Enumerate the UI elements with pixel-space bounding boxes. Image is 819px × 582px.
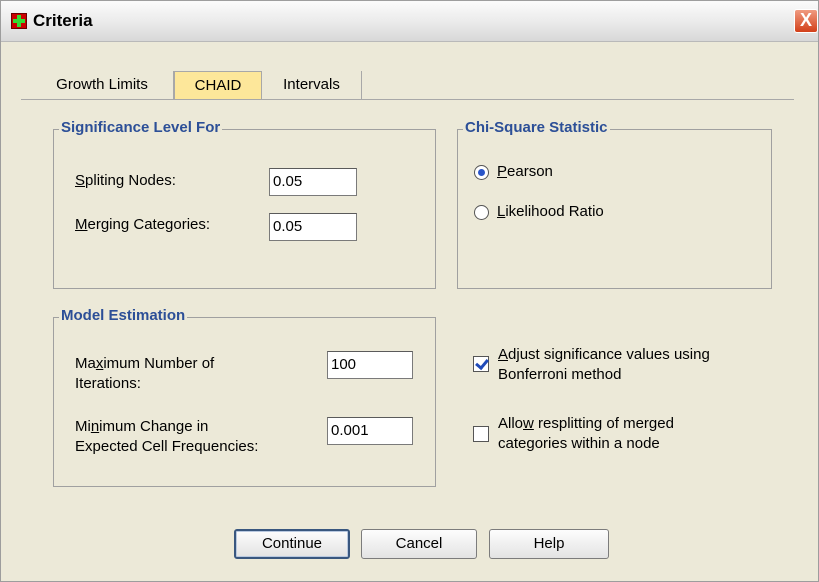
model-estimation-title: Model Estimation — [59, 307, 188, 324]
app-icon — [11, 13, 27, 29]
model-estimation-group — [53, 317, 436, 487]
tab-intervals[interactable]: Intervals — [262, 71, 362, 99]
title-bar: Criteria X — [1, 1, 818, 42]
close-button[interactable]: X — [794, 9, 818, 33]
cancel-button[interactable]: Cancel — [361, 529, 477, 559]
continue-button[interactable]: Continue — [234, 529, 350, 559]
significance-group — [53, 129, 436, 289]
help-button[interactable]: Help — [489, 529, 609, 559]
splitting-nodes-label: Spliting Nodes: — [75, 172, 176, 189]
chisquare-title: Chi-Square Statistic — [463, 119, 610, 136]
dialog-title: Criteria — [33, 11, 93, 30]
bonferroni-label: Adjust significance values using Bonferro… — [498, 346, 710, 383]
likelihood-ratio-label: Likelihood Ratio — [497, 203, 604, 220]
significance-title: Significance Level For — [59, 119, 223, 136]
pearson-radio[interactable] — [474, 165, 489, 180]
min-change-input[interactable]: 0.001 — [327, 417, 413, 445]
merging-categories-label: Merging Categories: — [75, 216, 211, 233]
criteria-dialog: Criteria X Growth Limits CHAID Intervals… — [0, 0, 819, 582]
merging-categories-input[interactable]: 0.05 — [269, 213, 357, 241]
resplit-label: Allow resplitting of merged categories wi… — [498, 415, 674, 452]
tab-divider — [21, 99, 794, 100]
tab-chaid[interactable]: CHAID — [174, 71, 262, 99]
splitting-nodes-input[interactable]: 0.05 — [269, 168, 357, 196]
likelihood-ratio-radio[interactable] — [474, 205, 489, 220]
min-change-label: Minimum Change in Expected Cell Frequenci… — [75, 418, 259, 455]
max-iterations-input[interactable]: 100 — [327, 351, 413, 379]
bonferroni-checkbox[interactable] — [473, 356, 489, 372]
resplit-checkbox[interactable] — [473, 426, 489, 442]
max-iterations-label: Maximum Number of Iterations: — [75, 355, 215, 392]
tab-growth-limits[interactable]: Growth Limits — [31, 71, 174, 99]
pearson-label: Pearson — [497, 163, 553, 180]
